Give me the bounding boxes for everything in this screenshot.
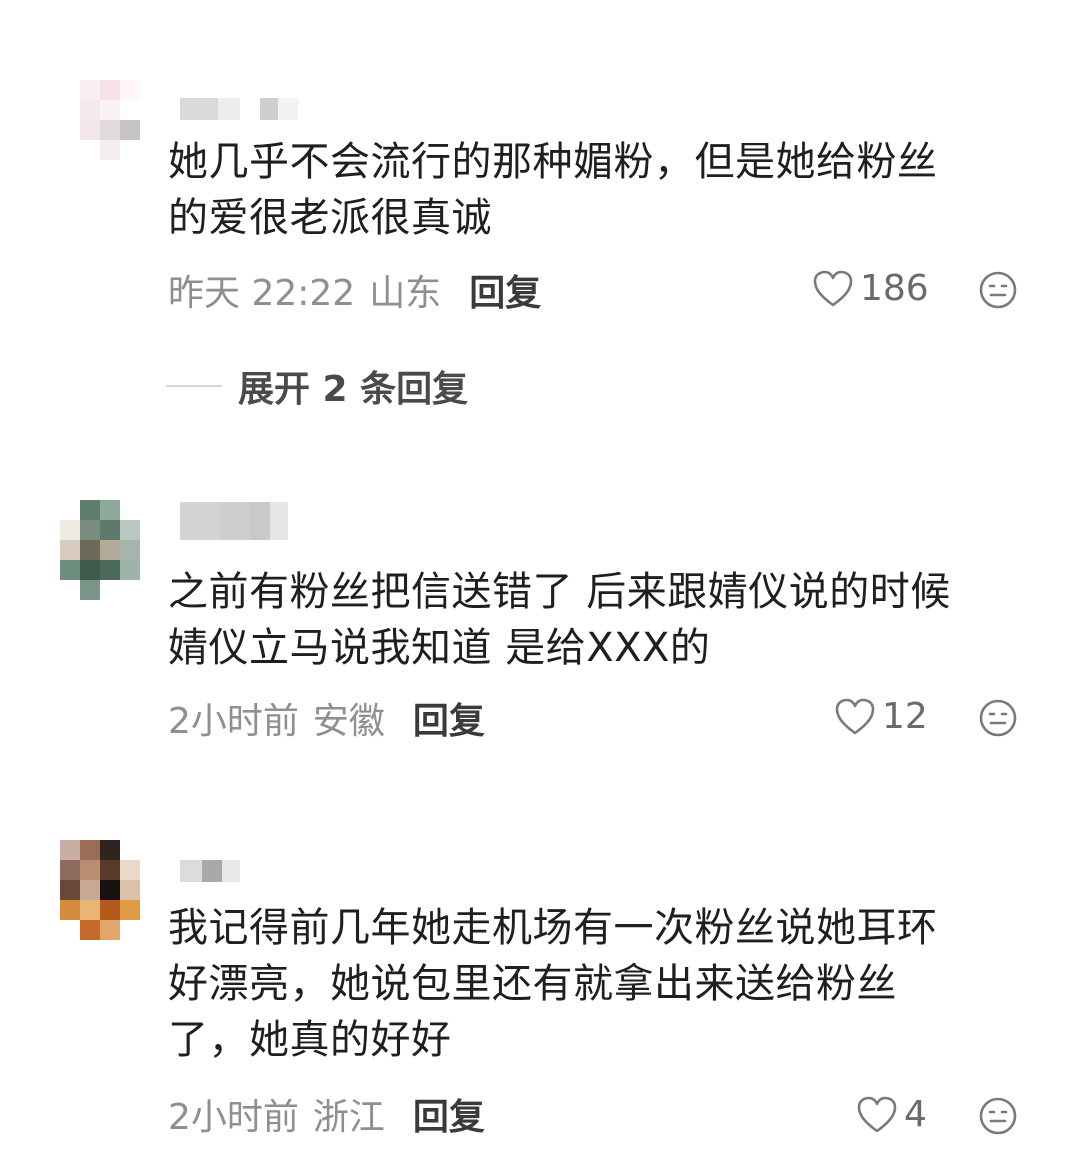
- avatar-mosaic-cell: [120, 840, 140, 860]
- avatar-mosaic-cell: [80, 840, 100, 860]
- comment-location: 浙江: [312, 1097, 385, 1138]
- comment-text-line: 好漂亮，她说包里还有就拿出来送给粉丝: [168, 961, 897, 1007]
- username-blurred[interactable]: [180, 860, 240, 882]
- avatar-mosaic-cell: [120, 860, 140, 880]
- comment-text-line: 我记得前几年她走机场有一次粉丝说她耳环: [168, 905, 938, 951]
- comment-item-3: 我记得前几年她走机场有一次粉丝说她耳环 好漂亮，她说包里还有就拿出来送给粉丝 了…: [0, 0, 1080, 1164]
- avatar-mosaic-cell: [120, 900, 140, 920]
- avatar-mosaic-cell: [120, 920, 140, 940]
- neutral-face-icon[interactable]: [978, 1096, 1018, 1136]
- avatar-mosaic-cell: [80, 880, 100, 900]
- avatar-mosaic-cell: [60, 920, 80, 940]
- avatar-mosaic-cell: [60, 860, 80, 880]
- avatar-mosaic-cell: [60, 880, 80, 900]
- comment-text-line: 了，她真的好好: [168, 1017, 452, 1063]
- avatar-mosaic-cell: [80, 920, 100, 940]
- reply-button[interactable]: 回复: [413, 1088, 485, 1140]
- avatar-mosaic-cell: [100, 840, 120, 860]
- avatar-mosaic-cell: [100, 900, 120, 920]
- heart-outline-icon: [856, 1095, 898, 1135]
- avatar-mosaic-cell: [100, 920, 120, 940]
- avatar-mosaic-cell: [120, 880, 140, 900]
- avatar-mosaic-cell: [60, 900, 80, 920]
- like-button[interactable]: 4: [856, 1094, 927, 1135]
- username-mosaic-cell: [222, 860, 240, 882]
- like-count: 4: [904, 1094, 927, 1135]
- avatar-mosaic-cell: [80, 900, 100, 920]
- comment-text: 我记得前几年她走机场有一次粉丝说她耳环 好漂亮，她说包里还有就拿出来送给粉丝 了…: [168, 900, 1038, 1068]
- avatar-mosaic-cell: [60, 840, 80, 860]
- avatar-mosaic-cell: [100, 860, 120, 880]
- comment-time: 2小时前: [168, 1097, 299, 1138]
- username-mosaic-cell: [202, 860, 222, 882]
- username-mosaic-cell: [180, 860, 202, 882]
- avatar-mosaic-cell: [100, 880, 120, 900]
- avatar[interactable]: [60, 840, 140, 940]
- avatar-mosaic-cell: [80, 860, 100, 880]
